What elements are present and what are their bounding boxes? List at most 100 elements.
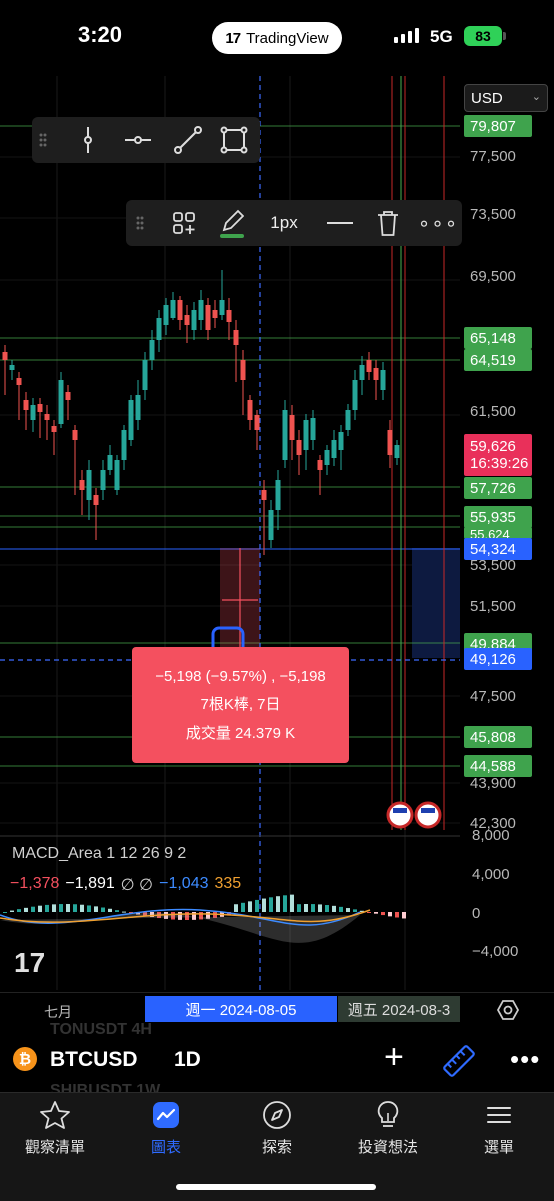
watermark-logo-icon: 17	[14, 947, 45, 978]
battery-tip	[503, 32, 506, 40]
macd-histogram-bar	[262, 898, 266, 912]
nav-chart-label: 圖表	[150, 1139, 181, 1156]
candle-body	[226, 310, 232, 322]
chart-icon	[153, 1102, 179, 1128]
candle-body	[79, 480, 85, 490]
candle-body	[212, 310, 218, 318]
macd-histogram-bar	[374, 912, 378, 914]
candle-body	[303, 420, 309, 450]
candle-body	[65, 392, 71, 400]
nav-explore-label: 探索	[261, 1139, 292, 1156]
candle-body	[282, 410, 288, 460]
candle-body	[30, 405, 36, 420]
candle-body	[149, 340, 155, 360]
macd-histogram-bar	[402, 912, 406, 919]
nav-watchlist-label: 觀察清單	[24, 1139, 85, 1156]
candle-body	[387, 430, 393, 455]
price-tick: 77,500	[470, 148, 516, 165]
compass-icon	[263, 1101, 291, 1129]
candle-body	[366, 360, 372, 372]
nav-explore[interactable]: 探索	[232, 1100, 322, 1157]
line-style-icon[interactable]	[320, 200, 360, 246]
candle-body	[359, 365, 365, 380]
candle-body	[317, 460, 323, 470]
macd-histogram-bar	[101, 907, 105, 912]
currency-select[interactable]: USD ⌄	[464, 84, 548, 112]
chart-settings-icon[interactable]	[496, 998, 520, 1027]
horizontal-line-tool-icon[interactable]	[118, 117, 158, 163]
nav-ideas[interactable]: 投資想法	[343, 1100, 433, 1157]
macd-histogram-bar	[122, 911, 126, 913]
price-label: 44,588	[464, 755, 532, 777]
candle-body	[394, 445, 400, 458]
highlight-zone	[412, 548, 460, 658]
add-plus-icon[interactable]: +	[384, 1040, 404, 1074]
candle-body	[142, 360, 148, 390]
candle-body	[107, 455, 113, 470]
network-type: 5G	[430, 27, 453, 46]
chevron-down-icon: ⌄	[531, 91, 541, 103]
vertical-line-tool-icon[interactable]	[68, 117, 108, 163]
more-options-icon[interactable]: ∘∘∘	[418, 200, 458, 246]
bar-countdown: 16:39:26	[470, 455, 529, 472]
macd-histogram-bar	[241, 902, 245, 912]
drawing-properties-toolbar: 1px ∘∘∘	[126, 200, 462, 246]
nav-menu[interactable]: 選單	[454, 1100, 544, 1157]
macd-histogram-bar	[339, 906, 343, 912]
rectangle-tool-icon[interactable]	[214, 117, 254, 163]
macd-tick: 8,000	[472, 827, 510, 844]
tradingview-logo-icon: 17	[225, 29, 241, 47]
drawing-toolbar	[32, 117, 260, 163]
nav-chart[interactable]: 圖表	[121, 1100, 211, 1157]
time-tick-month: 七月	[44, 1004, 72, 1020]
macd-histogram-bar	[381, 912, 385, 916]
candle-body	[16, 378, 22, 385]
macd-histogram-bar	[304, 904, 308, 912]
line-color-icon[interactable]	[210, 200, 252, 246]
price-tick: 43,900	[470, 775, 516, 792]
candle-body	[247, 400, 253, 420]
candle-body	[275, 480, 281, 510]
app-pill[interactable]: 17 TradingView	[212, 22, 342, 54]
candle-body	[114, 460, 120, 490]
candle-body	[121, 430, 127, 460]
app-pill-label: TradingView	[246, 29, 329, 47]
macd-histogram-bar	[38, 905, 42, 912]
macd-histogram-bar	[290, 894, 294, 912]
candle-body	[51, 426, 57, 432]
price-tick: 61,500	[470, 403, 516, 420]
macd-histogram-bar	[66, 904, 70, 912]
price-label: 55,935	[464, 506, 532, 528]
line-width-selector[interactable]: 1px	[256, 200, 312, 246]
drag-handle-icon[interactable]	[126, 200, 154, 246]
range-end-date-label: 週五 2024-08-3	[338, 996, 460, 1022]
crosshair-date-label: 週一 2024-08-05	[145, 996, 337, 1022]
macd-value-1: −1,378	[10, 875, 60, 892]
candle-body	[100, 470, 106, 490]
ruler-icon[interactable]	[442, 1044, 476, 1083]
candle-body	[58, 380, 64, 424]
trash-icon[interactable]	[368, 200, 408, 246]
drag-handle-icon[interactable]	[32, 117, 54, 163]
macd-value-3: ∅ ∅	[120, 877, 154, 894]
candle-body	[37, 404, 43, 412]
us-flag-event-icon	[421, 808, 435, 813]
symbol-button[interactable]: BTCUSD	[50, 1048, 138, 1072]
macd-histogram-bar	[297, 904, 301, 912]
candle-body	[310, 418, 316, 440]
price-tick: 47,500	[470, 688, 516, 705]
more-icon[interactable]: •••	[510, 1044, 540, 1075]
interval-button[interactable]: 1D	[174, 1048, 201, 1072]
candle-body	[135, 395, 141, 420]
macd-histogram-bar	[45, 904, 49, 912]
candle-body	[163, 305, 169, 325]
nav-menu-label: 選單	[483, 1139, 514, 1156]
trend-line-tool-icon[interactable]	[168, 117, 208, 163]
nav-watchlist[interactable]: 觀察清單	[10, 1100, 100, 1157]
macd-histogram-bar	[80, 904, 84, 912]
add-to-favorites-icon[interactable]	[164, 200, 204, 246]
price-tick: 73,500	[470, 206, 516, 223]
indicator-title[interactable]: MACD_Area 1 12 26 9 2	[12, 845, 186, 863]
candle-body	[177, 300, 183, 320]
macd-histogram-bar	[108, 908, 112, 912]
